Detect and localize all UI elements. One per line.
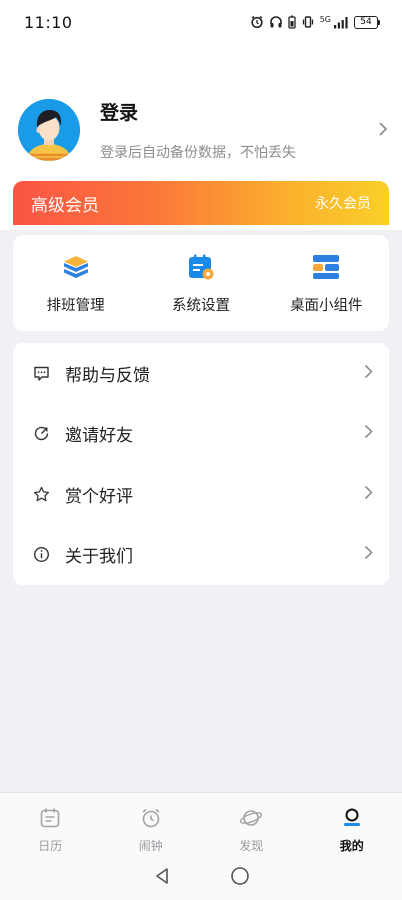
quick-action-label: 排班管理 bbox=[46, 297, 105, 314]
vip-banner[interactable]: 高级会员 永久会员 bbox=[13, 181, 389, 225]
status-time: 11:10 bbox=[24, 12, 73, 32]
share-icon bbox=[32, 425, 50, 443]
menu-item-rate-us[interactable]: 赏个好评 bbox=[13, 464, 389, 525]
quick-action-label: 系统设置 bbox=[171, 297, 230, 314]
nav-tab-calendar[interactable]: 日历 bbox=[0, 793, 101, 856]
profile-login-row[interactable]: 登录 登录后自动备份数据，不怕丢失 bbox=[18, 97, 388, 163]
chevron-right-icon bbox=[378, 118, 388, 142]
bottom-nav: 日历 闹钟 发现 我的 bbox=[0, 792, 402, 856]
alarm-icon bbox=[140, 807, 162, 833]
network-type: 5G bbox=[319, 15, 331, 24]
battery-icon: 54 bbox=[354, 15, 380, 29]
layers-icon bbox=[61, 252, 91, 282]
signal-icon bbox=[334, 16, 348, 28]
chat-icon bbox=[32, 364, 50, 382]
menu-label: 赏个好评 bbox=[65, 486, 133, 507]
device-battery-status-icon bbox=[288, 15, 296, 29]
login-subtitle: 登录后自动备份数据，不怕丢失 bbox=[100, 145, 296, 161]
calendar-settings-icon bbox=[186, 252, 216, 282]
widget-icon bbox=[311, 252, 341, 282]
planet-icon bbox=[239, 807, 263, 833]
chevron-right-icon bbox=[364, 424, 373, 443]
vibrate-status-icon bbox=[302, 16, 313, 28]
status-icons: 5G 54 bbox=[250, 15, 380, 29]
info-icon bbox=[32, 546, 50, 564]
nav-label: 闹钟 bbox=[138, 839, 163, 853]
alarm-status-icon bbox=[251, 15, 263, 29]
chevron-right-icon bbox=[364, 545, 373, 564]
nav-tab-alarm[interactable]: 闹钟 bbox=[101, 793, 202, 856]
quick-action-schedule[interactable]: 排班管理 bbox=[16, 252, 136, 315]
nav-label: 日历 bbox=[38, 839, 63, 853]
menu-item-help-feedback[interactable]: 帮助与反馈 bbox=[13, 343, 389, 404]
user-icon bbox=[341, 807, 363, 833]
calendar-icon bbox=[39, 807, 61, 833]
quick-action-settings[interactable]: 系统设置 bbox=[141, 252, 261, 315]
chevron-right-icon bbox=[364, 364, 373, 383]
avatar bbox=[18, 99, 80, 161]
nav-tab-discover[interactable]: 发现 bbox=[201, 793, 302, 856]
quick-action-label: 桌面小组件 bbox=[290, 297, 363, 314]
system-nav-bar bbox=[0, 856, 402, 900]
menu-label: 帮助与反馈 bbox=[65, 365, 150, 386]
battery-level: 54 bbox=[354, 15, 378, 29]
quick-actions-card: 排班管理 系统设置 桌面小组件 bbox=[13, 235, 389, 331]
nav-label: 发现 bbox=[239, 839, 264, 853]
star-icon bbox=[32, 485, 50, 503]
nav-tab-mine[interactable]: 我的 bbox=[302, 793, 402, 856]
login-title: 登录 bbox=[100, 102, 139, 124]
chevron-right-icon bbox=[364, 485, 373, 504]
status-bar: 11:10 5G 54 bbox=[0, 0, 402, 44]
nav-label: 我的 bbox=[339, 839, 364, 853]
headphones-status-icon bbox=[269, 16, 282, 28]
menu-card: 帮助与反馈 邀请好友 赏个好评 关于我们 bbox=[13, 343, 389, 585]
menu-label: 关于我们 bbox=[65, 547, 133, 568]
vip-status: 永久会员 bbox=[315, 196, 371, 212]
quick-action-widgets[interactable]: 桌面小组件 bbox=[266, 252, 386, 315]
back-icon[interactable] bbox=[152, 866, 172, 890]
home-icon[interactable] bbox=[230, 866, 250, 890]
menu-item-about-us[interactable]: 关于我们 bbox=[13, 525, 389, 586]
vip-title: 高级会员 bbox=[31, 195, 99, 216]
menu-item-invite-friends[interactable]: 邀请好友 bbox=[13, 404, 389, 465]
menu-label: 邀请好友 bbox=[65, 426, 133, 447]
